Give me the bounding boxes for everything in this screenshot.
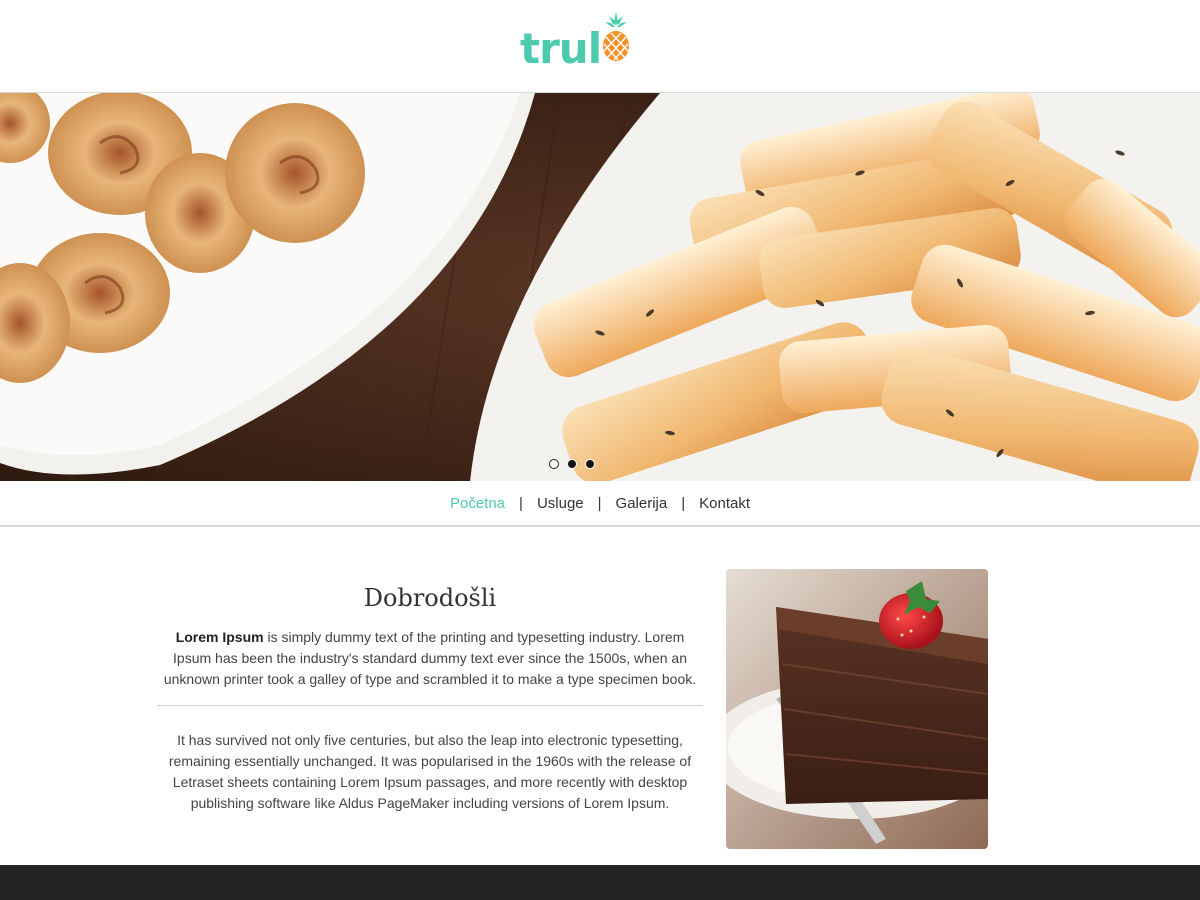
slider-dot-3[interactable]: [585, 459, 595, 469]
nav-separator: |: [519, 494, 523, 512]
divider: [157, 705, 703, 706]
nav-item-usluge[interactable]: Usluge: [537, 495, 584, 512]
page-title: Dobrodošli: [363, 584, 497, 612]
nav-item-galerija[interactable]: Galerija: [616, 495, 668, 512]
hero-slider[interactable]: [0, 92, 1200, 481]
nav-separator: |: [681, 494, 686, 512]
main-nav: Početna | Usluge | Galerija | Kontakt: [0, 481, 1200, 527]
nav-item-kontakt[interactable]: Kontakt: [699, 495, 750, 512]
second-paragraph: It has survived not only five centuries,…: [168, 732, 692, 811]
site-footer: [0, 865, 1200, 900]
hero-image-pastries: [0, 93, 1200, 481]
nav-separator: |: [597, 494, 602, 512]
intro-paragraph: Lorem Ipsum is simply dummy text of the …: [157, 627, 703, 690]
main-content: Dobrodošli Lorem Ipsum is simply dummy t…: [0, 529, 1200, 865]
slider-dot-1[interactable]: [549, 459, 559, 469]
intro-bold: Lorem Ipsum: [175, 629, 264, 645]
site-header: trul: [0, 0, 1200, 92]
logo-text: trul: [520, 24, 602, 73]
nav-item-pocetna[interactable]: Početna: [450, 495, 505, 512]
slider-dot-2[interactable]: [567, 459, 577, 469]
welcome-section: Dobrodošli Lorem Ipsum is simply dummy t…: [157, 529, 703, 814]
pineapple-icon: [601, 10, 631, 69]
cake-image: [726, 569, 988, 849]
slider-dots: [549, 459, 595, 469]
site-logo[interactable]: trul: [520, 12, 631, 73]
